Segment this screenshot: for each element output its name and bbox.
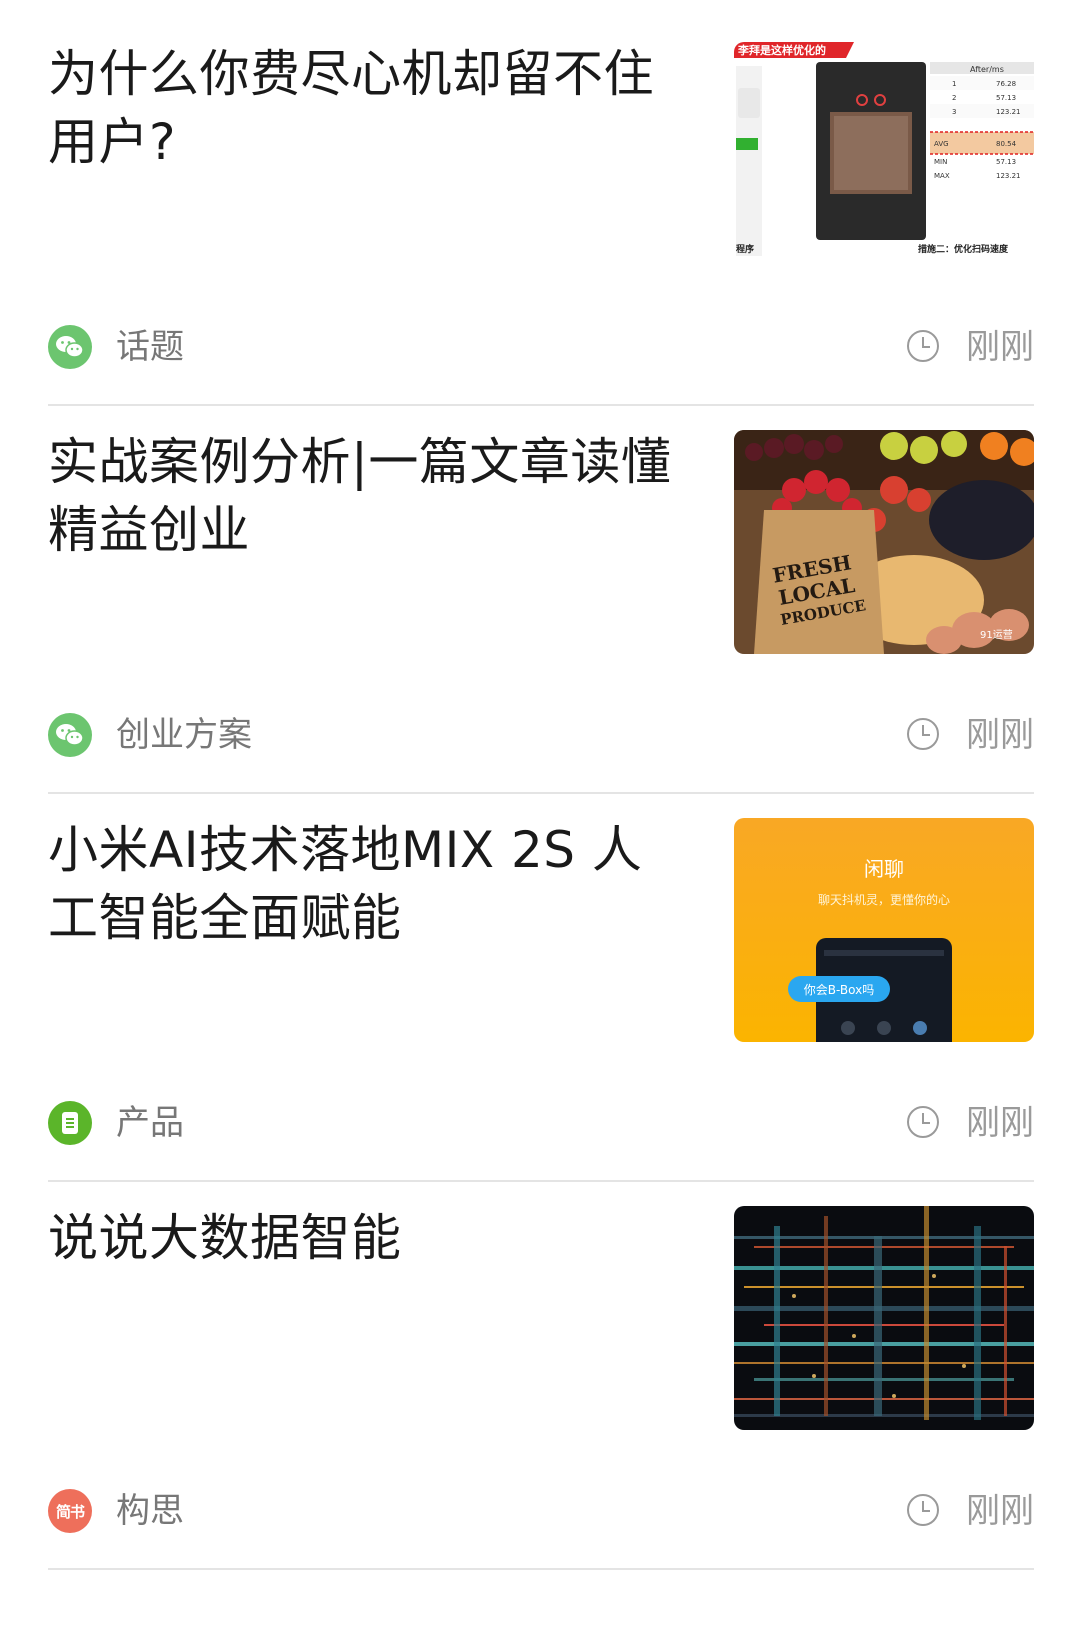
timestamp: 刚刚 bbox=[966, 715, 1034, 755]
svg-text:MAX: MAX bbox=[934, 172, 950, 180]
article-meta: 简书 构思 刚刚 bbox=[48, 1487, 1034, 1535]
thumb-subheading: 聊天抖机灵，更懂你的心 bbox=[818, 892, 950, 907]
article-meta: 话题 刚刚 bbox=[48, 323, 1034, 371]
divider bbox=[48, 1568, 1034, 1570]
source-label[interactable]: 构思 bbox=[116, 1489, 184, 1533]
source-label[interactable]: 产品 bbox=[116, 1101, 184, 1145]
svg-text:程序: 程序 bbox=[736, 243, 754, 255]
thumb-bubble: 你会B-Box吗 bbox=[804, 983, 874, 997]
article-card[interactable]: 为什么你费尽心机却留不住用户? 李拜是这样优化的 After/ms 1 76.2… bbox=[48, 0, 1034, 408]
jianshu-icon: 简书 bbox=[48, 1489, 92, 1533]
article-title[interactable]: 说说大数据智能 bbox=[48, 1204, 678, 1272]
thumb-table-head: After/ms bbox=[970, 65, 1004, 74]
timestamp: 刚刚 bbox=[966, 1491, 1034, 1531]
svg-text:措施二：优化扫码速度: 措施二：优化扫码速度 bbox=[918, 243, 1009, 255]
svg-text:76.28: 76.28 bbox=[996, 80, 1016, 88]
clock-icon bbox=[907, 330, 939, 362]
article-card[interactable]: 实战案例分析|一篇文章读懂精益创业 FRESH LOCAL PRODUCE 91… bbox=[48, 388, 1034, 796]
article-title[interactable]: 小米AI技术落地MIX 2S 人工智能全面赋能 bbox=[48, 816, 678, 952]
article-thumbnail[interactable]: 闲聊 聊天抖机灵，更懂你的心 你会B-Box吗 bbox=[734, 818, 1034, 1042]
source-label[interactable]: 创业方案 bbox=[116, 713, 252, 757]
source-label[interactable]: 话题 bbox=[116, 325, 184, 369]
article-title[interactable]: 实战案例分析|一篇文章读懂精益创业 bbox=[48, 428, 678, 564]
svg-text:80.54: 80.54 bbox=[996, 140, 1017, 148]
clock-icon bbox=[907, 1106, 939, 1138]
svg-text:AVG: AVG bbox=[934, 140, 949, 148]
article-meta: 产品 刚刚 bbox=[48, 1099, 1034, 1147]
svg-text:57.13: 57.13 bbox=[996, 94, 1016, 102]
timestamp: 刚刚 bbox=[966, 1103, 1034, 1143]
svg-text:2: 2 bbox=[952, 94, 956, 102]
clock-icon bbox=[907, 718, 939, 750]
article-card[interactable]: 说说大数据智能 简书 构思 刚刚 bbox=[48, 1164, 1034, 1572]
thumb-watermark: 91运营 bbox=[980, 628, 1013, 641]
clock-icon bbox=[907, 1494, 939, 1526]
svg-text:57.13: 57.13 bbox=[996, 158, 1016, 166]
svg-text:MIN: MIN bbox=[934, 158, 947, 166]
svg-text:1: 1 bbox=[952, 80, 956, 88]
article-meta: 创业方案 刚刚 bbox=[48, 711, 1034, 759]
article-thumbnail[interactable]: 李拜是这样优化的 After/ms 1 76.28 2 57.13 3 123.… bbox=[734, 42, 1034, 266]
svg-text:123.21: 123.21 bbox=[996, 108, 1021, 116]
article-thumbnail[interactable] bbox=[734, 1206, 1034, 1430]
thumb-header-text: 李拜是这样优化的 bbox=[737, 43, 826, 57]
svg-text:3: 3 bbox=[952, 108, 956, 116]
svg-text:123.21: 123.21 bbox=[996, 172, 1021, 180]
article-thumbnail[interactable]: FRESH LOCAL PRODUCE 91运营 bbox=[734, 430, 1034, 654]
wechat-icon bbox=[48, 325, 92, 369]
article-card[interactable]: 小米AI技术落地MIX 2S 人工智能全面赋能 闲聊 聊天抖机灵，更懂你的心 你… bbox=[48, 776, 1034, 1184]
timestamp: 刚刚 bbox=[966, 327, 1034, 367]
wechat-icon bbox=[48, 713, 92, 757]
document-icon bbox=[48, 1101, 92, 1145]
article-title[interactable]: 为什么你费尽心机却留不住用户? bbox=[48, 40, 678, 176]
thumb-heading: 闲聊 bbox=[864, 857, 904, 881]
jianshu-badge-text: 简书 bbox=[55, 1502, 85, 1521]
